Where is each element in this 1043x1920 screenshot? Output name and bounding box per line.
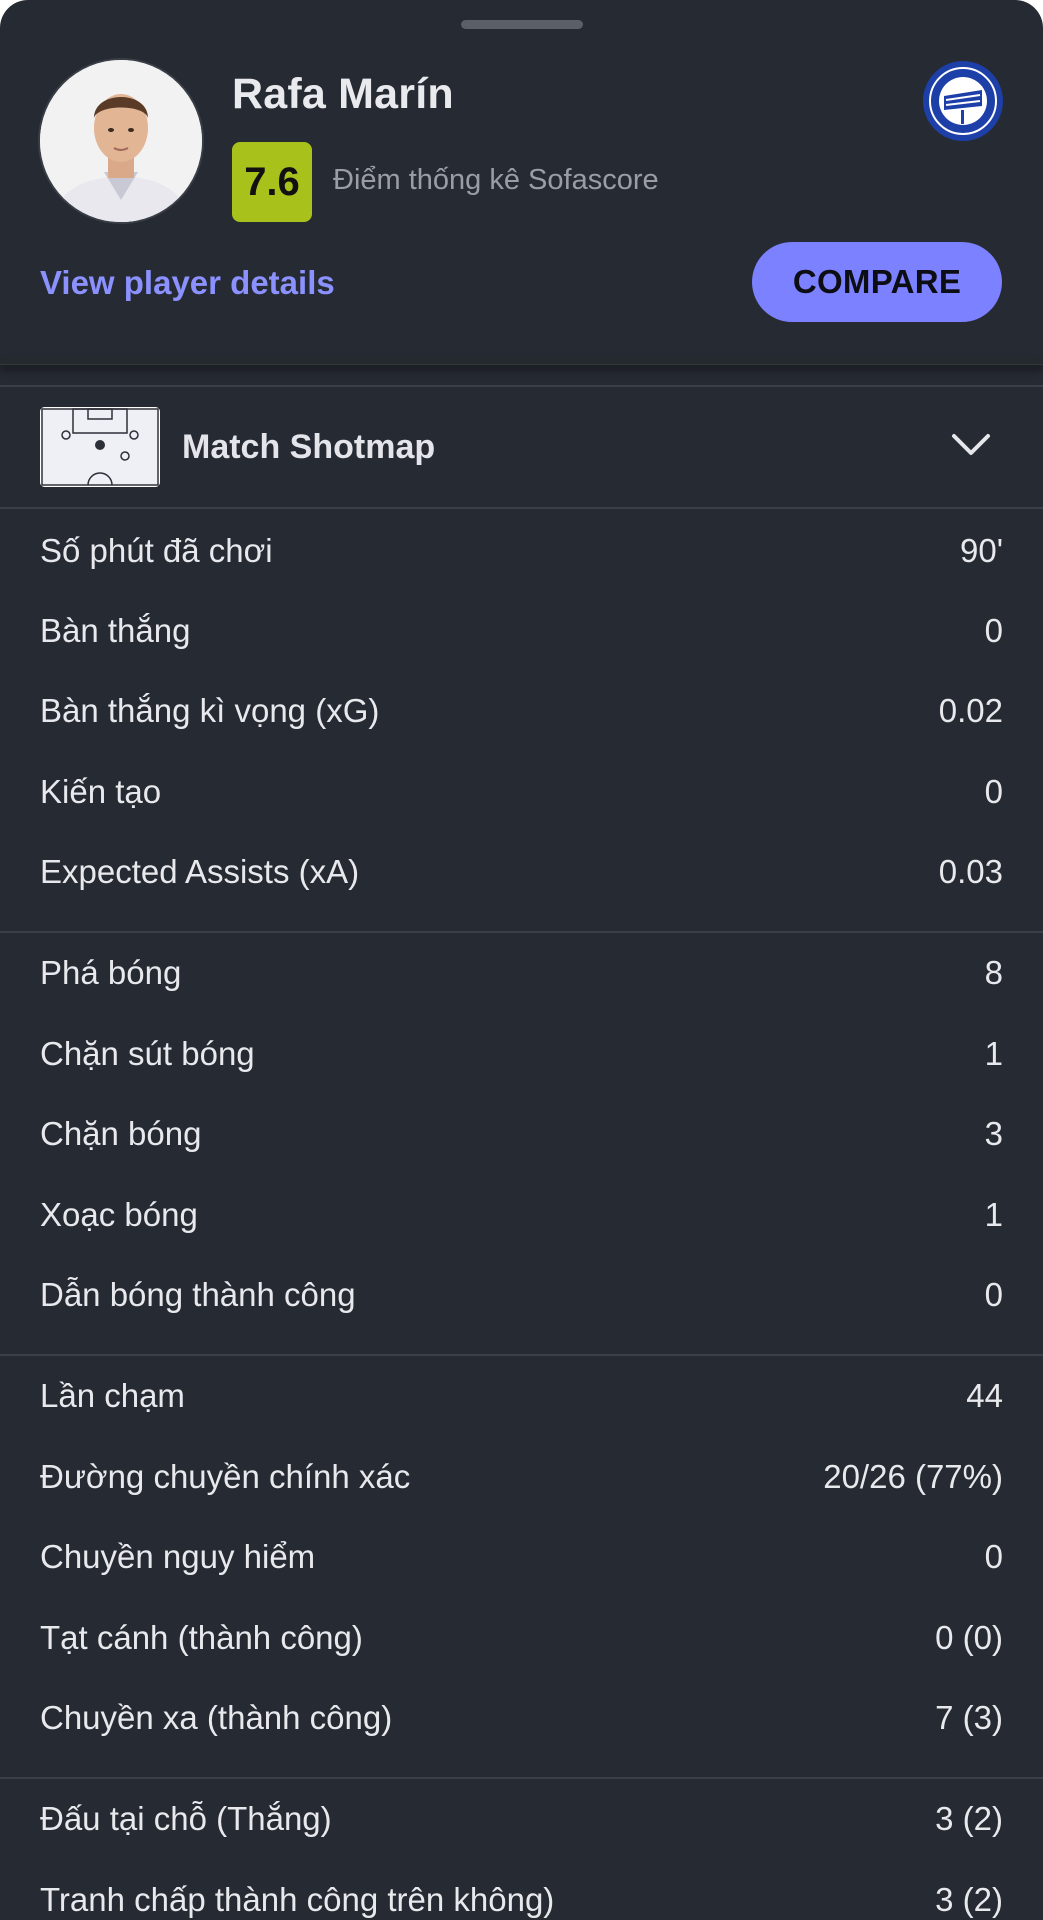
divider: [0, 385, 1043, 387]
stat-label: Lần chạm: [40, 1377, 185, 1414]
stat-value: 0: [984, 773, 1003, 810]
drag-handle[interactable]: [461, 20, 583, 29]
stat-label: Bàn thắng: [40, 612, 191, 649]
chevron-down-icon[interactable]: [950, 430, 992, 460]
stat-value: 20/26 (77%): [823, 1458, 1003, 1495]
stat-label: Chuyền xa (thành công): [40, 1699, 393, 1736]
stat-label: Chuyền nguy hiểm: [40, 1538, 316, 1575]
stat-row: Số phút đã chơi 90': [40, 511, 1003, 591]
player-name: Rafa Marín: [232, 70, 454, 118]
stat-row: Đấu tại chỗ (Thắng) 3 (2): [40, 1779, 1003, 1859]
stat-value: 44: [966, 1377, 1003, 1414]
stat-label: Bàn thắng kì vọng (xG): [40, 692, 380, 729]
stat-value: 0.02: [938, 692, 1003, 729]
stat-row: Phá bóng 8: [40, 933, 1003, 1013]
stat-value: 3 (2): [935, 1800, 1003, 1837]
match-shotmap-toggle[interactable]: Match Shotmap: [0, 388, 1043, 506]
stat-row: Xoạc bóng 1: [40, 1175, 1003, 1255]
rating-label: Điểm thống kê Sofascore: [333, 164, 659, 196]
stat-row: Chuyền nguy hiểm 0: [40, 1517, 1003, 1597]
stat-value: 0: [984, 612, 1003, 649]
header-shadow: [0, 356, 1043, 365]
club-logo-icon[interactable]: [922, 60, 1004, 142]
stat-value: 0: [984, 1276, 1003, 1313]
shotmap-title: Match Shotmap: [182, 428, 436, 466]
compare-button[interactable]: COMPARE: [752, 242, 1002, 322]
stat-value: 3: [984, 1115, 1003, 1152]
stat-value: 0.03: [938, 853, 1003, 890]
stat-row: Chặn sút bóng 1: [40, 1014, 1003, 1094]
stat-label: Dẫn bóng thành công: [40, 1276, 356, 1313]
view-player-details-link[interactable]: View player details: [40, 264, 335, 302]
stat-label: Số phút đã chơi: [40, 532, 273, 569]
stat-row: Tranh chấp thành công trên không) 3 (2): [40, 1860, 1003, 1920]
stat-label: Kiến tạo: [40, 773, 162, 810]
player-stats-sheet: Rafa Marín 7.6 Điểm thống kê Sofascore V…: [0, 0, 1043, 1920]
divider: [0, 507, 1043, 509]
stat-label: Phá bóng: [40, 954, 182, 991]
stat-label: Tạt cánh (thành công): [40, 1619, 363, 1656]
stat-row: Bàn thắng kì vọng (xG) 0.02: [40, 671, 1003, 751]
stat-row: Đường chuyền chính xác 20/26 (77%): [40, 1437, 1003, 1517]
stat-row: Kiến tạo 0: [40, 752, 1003, 832]
stat-value: 1: [984, 1035, 1003, 1072]
stat-label: Chặn sút bóng: [40, 1035, 255, 1072]
stat-value: 90': [959, 532, 1003, 569]
stat-label: Expected Assists (xA): [40, 853, 360, 890]
stat-row: Chuyền xa (thành công) 7 (3): [40, 1678, 1003, 1758]
stat-row: Bàn thắng 0: [40, 591, 1003, 671]
stat-row: Expected Assists (xA) 0.03: [40, 832, 1003, 912]
stat-value: 8: [984, 954, 1003, 991]
stat-row: Chặn bóng 3: [40, 1094, 1003, 1174]
stat-value: 0 (0): [935, 1619, 1003, 1656]
rating-badge: 7.6: [232, 142, 312, 222]
pitch-icon: [40, 407, 160, 487]
stat-value: 0: [984, 1538, 1003, 1575]
stat-row: Lần chạm 44: [40, 1356, 1003, 1436]
stat-label: Tranh chấp thành công trên không): [40, 1881, 555, 1918]
stat-label: Đường chuyền chính xác: [40, 1458, 411, 1495]
stat-label: Xoạc bóng: [40, 1196, 198, 1233]
player-avatar: [40, 60, 202, 222]
stat-row: Dẫn bóng thành công 0: [40, 1255, 1003, 1335]
stat-value: 3 (2): [935, 1881, 1003, 1918]
stat-label: Chặn bóng: [40, 1115, 202, 1152]
stat-value: 1: [984, 1196, 1003, 1233]
stat-label: Đấu tại chỗ (Thắng): [40, 1800, 332, 1837]
stat-row: Tạt cánh (thành công) 0 (0): [40, 1598, 1003, 1678]
stat-value: 7 (3): [935, 1699, 1003, 1736]
